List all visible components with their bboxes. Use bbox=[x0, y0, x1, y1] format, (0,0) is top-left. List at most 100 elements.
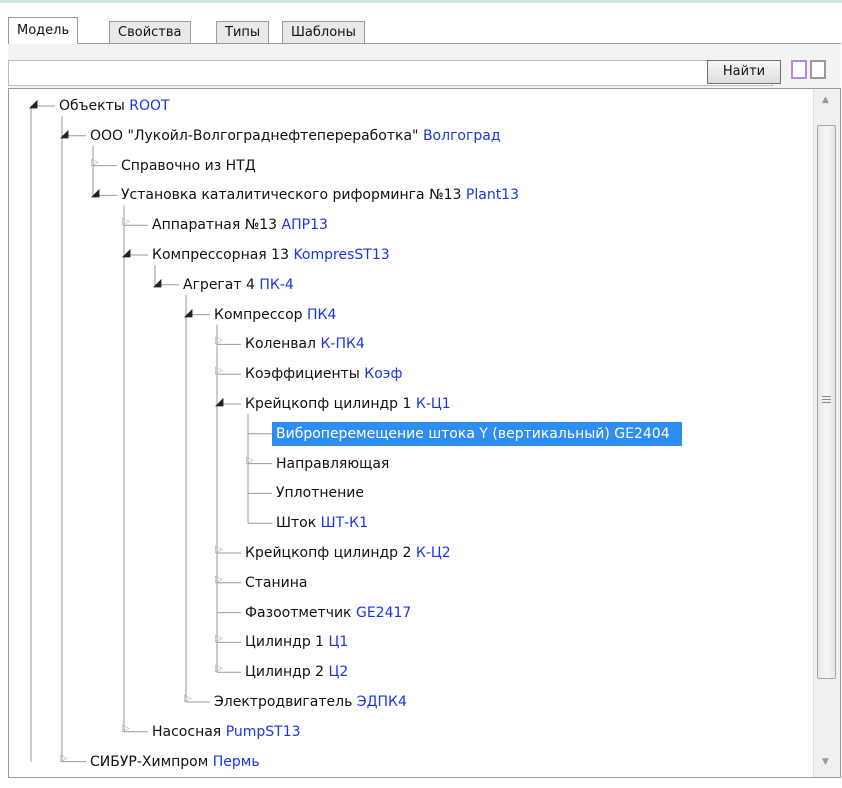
triangle-collapsed-icon[interactable]: ▷ bbox=[215, 365, 223, 376]
triangle-collapsed-icon[interactable]: ▷ bbox=[122, 723, 130, 734]
tree-node-code: Коэф bbox=[364, 366, 403, 383]
tree-node-label: Насосная bbox=[152, 723, 222, 740]
tree-node[interactable]: Фазоотметчик GE2417 bbox=[245, 601, 411, 625]
tree-node[interactable]: Шток ШТ-К1 bbox=[276, 511, 368, 535]
tree-node-label: Крейцкопф цилиндр 2 bbox=[245, 545, 412, 561]
tab-templates[interactable]: Шаблоны bbox=[282, 21, 365, 43]
tree-node-code: Пермь bbox=[212, 753, 260, 770]
triangle-collapsed-icon[interactable]: ▷ bbox=[215, 633, 223, 644]
tree-node[interactable]: Крейцкопф цилиндр 2 К-Ц2 bbox=[245, 541, 451, 565]
triangle-expanded-icon[interactable]: ◢ bbox=[153, 276, 161, 289]
triangle-collapsed-icon[interactable]: ▷ bbox=[246, 455, 254, 466]
tree-node-label: Объекты bbox=[59, 98, 125, 114]
tree-node-code: К-Ц2 bbox=[415, 545, 451, 561]
tree-node[interactable]: СИБУР-Химпром Пермь bbox=[90, 750, 260, 774]
tree-node-label: СИБУР-Химпром bbox=[90, 753, 209, 770]
triangle-collapsed-icon[interactable]: ▷ bbox=[215, 544, 223, 555]
scroll-down-icon[interactable]: ▼ bbox=[822, 757, 829, 767]
triangle-expanded-icon[interactable]: ◢ bbox=[29, 97, 37, 110]
tab-properties[interactable]: Свойства bbox=[109, 21, 191, 43]
tree-node-code: К-Ц1 bbox=[415, 396, 451, 412]
tree-node-code: GE2404 bbox=[614, 425, 670, 442]
triangle-expanded-icon[interactable]: ◢ bbox=[184, 306, 192, 319]
tree-node-code: К-ПК4 bbox=[320, 336, 365, 353]
tree-node-label: Аппаратная №13 bbox=[152, 217, 278, 234]
tree-node-code: ШТ-К1 bbox=[320, 515, 369, 532]
tree-node[interactable]: Агрегат 4 ПК-4 bbox=[183, 273, 294, 297]
tree-node-label: Компрессор bbox=[214, 306, 303, 323]
tree-node[interactable]: Компрессор ПК4 bbox=[214, 303, 336, 327]
tree-node-label: Коэффициенты bbox=[245, 366, 360, 383]
tree-node-label: Электродвигатель bbox=[214, 694, 353, 710]
tree-node-code: ROOT bbox=[129, 98, 170, 114]
tree-node-label: Цилиндр 2 bbox=[245, 664, 325, 681]
tree-node-code: Волгоград bbox=[422, 127, 501, 144]
tree-node[interactable]: Коленвал К-ПК4 bbox=[245, 332, 365, 356]
tree-node[interactable]: Насосная PumpST13 bbox=[152, 720, 301, 744]
tree-node-label: Виброперемещение штока Y (вертикальный) bbox=[276, 425, 610, 442]
triangle-collapsed-icon[interactable]: ▷ bbox=[122, 216, 130, 227]
tab-types[interactable]: Типы bbox=[216, 21, 270, 43]
window-top-border bbox=[0, 0, 842, 3]
tree-node-label: Компрессорная 13 bbox=[152, 247, 289, 263]
tree-node-label: Фазоотметчик bbox=[245, 604, 352, 621]
tree-node-label: Направляющая bbox=[276, 455, 390, 472]
tree-node-code: GE2417 bbox=[355, 604, 412, 621]
tree-node[interactable]: Цилиндр 2 Ц2 bbox=[245, 660, 348, 684]
tree-node-code: Ц2 bbox=[328, 664, 349, 681]
grip-icon bbox=[822, 396, 831, 405]
tree-node-label: Установка каталитического риформинга №13 bbox=[121, 187, 462, 204]
tree-node[interactable]: Виброперемещение штока Y (вертикальный) … bbox=[272, 421, 682, 446]
tree-node[interactable]: Справочно из НТД bbox=[121, 154, 256, 178]
triangle-collapsed-icon[interactable]: ▷ bbox=[60, 753, 68, 764]
triangle-expanded-icon[interactable]: ◢ bbox=[60, 127, 68, 140]
tree-node-code: Ц1 bbox=[328, 634, 349, 651]
tree-node-label: Уплотнение bbox=[276, 485, 364, 502]
tree-node-label: Шток bbox=[276, 515, 317, 532]
search-input[interactable] bbox=[8, 60, 773, 86]
tree-node-code: ПК4 bbox=[307, 306, 337, 323]
object-tree-panel: ◢ Объекты ROOT ◢ ООО "Лукойл-Волгограднефте… bbox=[8, 88, 841, 778]
triangle-collapsed-icon[interactable]: ▷ bbox=[215, 574, 223, 585]
tree-node[interactable]: Крейцкопф цилиндр 1 К-Ц1 bbox=[245, 392, 451, 416]
find-button[interactable]: Найти bbox=[707, 60, 781, 84]
tree-node-code: ПК-4 bbox=[259, 276, 294, 293]
triangle-collapsed-icon[interactable]: ▷ bbox=[215, 335, 223, 346]
tree-node-label: ООО "Лукойл-Волгограднефтепереработка" bbox=[90, 127, 419, 144]
tab-model[interactable]: Модель bbox=[8, 17, 79, 44]
tree-node[interactable]: Цилиндр 1 Ц1 bbox=[245, 630, 348, 654]
tree-node-label: Справочно из НТД bbox=[121, 157, 256, 174]
vertical-scrollbar[interactable]: ▲ ▼ bbox=[813, 89, 840, 777]
scrollbar-thumb[interactable] bbox=[817, 125, 836, 679]
search-toolbar: Найти bbox=[8, 44, 841, 88]
tree-node-label: Коленвал bbox=[245, 336, 316, 353]
triangle-collapsed-icon[interactable]: ▷ bbox=[215, 663, 223, 674]
tree-node-label: Крейцкопф цилиндр 1 bbox=[245, 396, 412, 412]
tree-node[interactable]: ООО "Лукойл-Волгограднефтепереработка" В… bbox=[90, 124, 501, 148]
triangle-expanded-icon[interactable]: ◢ bbox=[91, 186, 99, 199]
tree-node[interactable]: Объекты ROOT bbox=[59, 94, 170, 118]
tree-node[interactable]: Аппаратная №13 АПР13 bbox=[152, 213, 328, 237]
tree-node-code: АПР13 bbox=[281, 217, 328, 234]
tree-node[interactable]: Уплотнение bbox=[276, 481, 364, 505]
tree-node-label: Агрегат 4 bbox=[183, 276, 255, 293]
tree-node[interactable]: Коэффициенты Коэф bbox=[245, 362, 402, 386]
tree-node[interactable]: Направляющая bbox=[276, 452, 389, 476]
tree-node-label: Станина bbox=[245, 574, 308, 591]
tree-node-code: Plant13 bbox=[465, 187, 519, 204]
tree-node[interactable]: Станина bbox=[245, 571, 308, 595]
scroll-up-icon[interactable]: ▲ bbox=[822, 95, 829, 105]
triangle-expanded-icon[interactable]: ◢ bbox=[122, 246, 130, 259]
tree-node-code: ЭДПК4 bbox=[356, 694, 407, 710]
tree-node-label: Цилиндр 1 bbox=[245, 634, 325, 651]
filter-checkbox-purple[interactable] bbox=[791, 60, 807, 79]
triangle-collapsed-icon[interactable]: ▷ bbox=[184, 693, 192, 704]
triangle-expanded-icon[interactable]: ◢ bbox=[215, 395, 223, 408]
tree-node[interactable]: Электродвигатель ЭДПК4 bbox=[214, 690, 407, 714]
tree-node[interactable]: Установка каталитического риформинга №13… bbox=[121, 183, 519, 207]
triangle-collapsed-icon[interactable]: ▷ bbox=[91, 157, 99, 168]
tree-node-code: KompresST13 bbox=[293, 247, 390, 263]
tree-node-code: PumpST13 bbox=[225, 723, 301, 740]
tree-node[interactable]: Компрессорная 13 KompresST13 bbox=[152, 243, 390, 267]
filter-checkbox-gray[interactable] bbox=[810, 60, 826, 79]
